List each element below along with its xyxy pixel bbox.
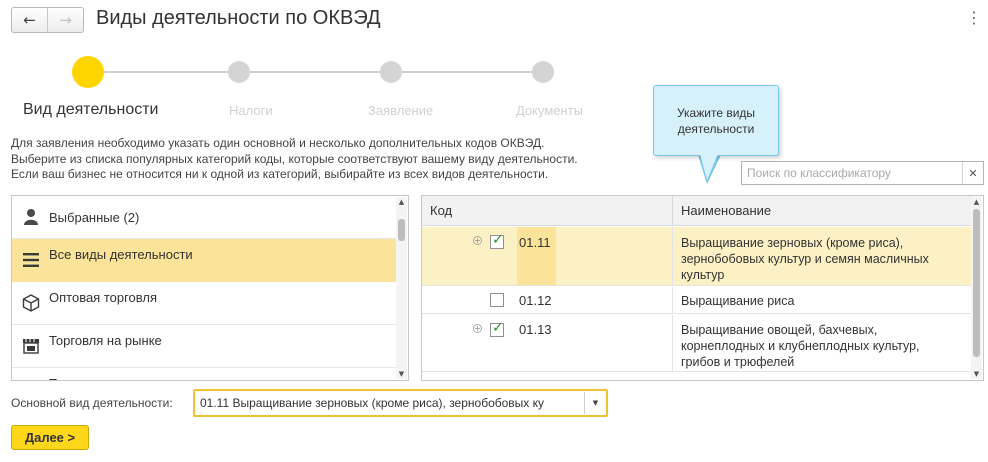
category-label: Все виды деятельности	[49, 246, 193, 262]
row-name-line: грибов и трюфелей	[681, 355, 795, 369]
main-activity-value: 01.11 Выращивание зерновых (кроме риса),…	[200, 396, 545, 410]
person-icon	[12, 196, 49, 239]
scroll-down-icon[interactable]: ▼	[396, 369, 407, 379]
arrow-left-icon: ←	[23, 11, 36, 29]
back-button[interactable]: ←	[12, 8, 48, 32]
search-input[interactable]	[742, 162, 962, 184]
checkmark-icon: ✓	[492, 320, 504, 336]
column-separator	[672, 287, 673, 313]
market-stall-icon	[12, 325, 49, 368]
main-activity-select[interactable]: 01.11 Выращивание зерновых (кроме риса),…	[193, 389, 608, 417]
expand-icon[interactable]: +	[473, 236, 482, 245]
table-scrollbar[interactable]: ▲ ▼	[971, 197, 982, 379]
step-label-activity[interactable]: Вид деятельности	[23, 101, 158, 119]
navigation-buttons: ← →	[11, 7, 84, 33]
step-dot-4	[532, 61, 554, 83]
expand-icon[interactable]: +	[473, 324, 482, 333]
row-name-line: Выращивание риса	[681, 294, 795, 308]
box-icon	[12, 282, 49, 325]
category-item-market[interactable]: Торговля на рынке	[12, 325, 396, 368]
scroll-thumb[interactable]	[973, 209, 980, 357]
next-button[interactable]: Далее >	[11, 425, 89, 450]
step-label-application[interactable]: Заявление	[368, 103, 433, 118]
table-header: Код Наименование	[422, 196, 972, 226]
table-row[interactable]: + ✓ 01.11 Выращивание зерновых (кроме ри…	[422, 227, 972, 286]
hint-tooltip: Укажите виды деятельности	[653, 85, 779, 156]
instructions-text: Для заявления необходимо указать один ос…	[11, 136, 578, 183]
tooltip-line-2: деятельности	[677, 122, 755, 136]
category-item-all[interactable]: Все виды деятельности	[12, 239, 396, 282]
step-dot-2	[228, 61, 250, 83]
row-code: 01.12	[519, 293, 552, 308]
table-row[interactable]: 01.12 Выращивание риса	[422, 287, 972, 314]
forward-button[interactable]: →	[48, 8, 83, 32]
tooltip-line-1: Укажите виды	[676, 106, 756, 120]
row-name-line: зернобобовых культур и семян масличных	[681, 252, 929, 266]
row-name-line: культур	[681, 268, 725, 282]
okved-table: Код Наименование + ✓ 01.11 Выращивание з…	[421, 195, 984, 381]
row-name-line: Выращивание зерновых (кроме риса),	[681, 236, 904, 250]
scroll-up-icon[interactable]: ▲	[971, 197, 982, 207]
step-label-taxes[interactable]: Налоги	[229, 103, 273, 118]
table-row[interactable]: + ✓ 01.13 Выращивание овощей, бахчевых, …	[422, 315, 972, 372]
classifier-search: ✕	[741, 161, 984, 185]
step-dot-3	[380, 61, 402, 83]
scroll-thumb[interactable]	[398, 219, 405, 241]
row-name: Выращивание овощей, бахчевых, корнеплодн…	[681, 322, 966, 370]
row-name-line: корнеплодных и клубнеплодных культур,	[681, 339, 920, 353]
row-checkbox[interactable]: ✓	[490, 232, 504, 249]
row-name: Выращивание риса	[681, 293, 966, 309]
step-dot-1	[72, 56, 104, 88]
category-scrollbar[interactable]: ▲ ▼	[396, 197, 407, 379]
category-label: Выбранные (2)	[49, 209, 140, 225]
menu-lines-icon	[12, 239, 49, 282]
row-code: 01.13	[519, 322, 552, 337]
category-list: Выбранные (2) Все виды деятельности Опто…	[11, 195, 409, 381]
row-checkbox[interactable]: ✓	[490, 320, 504, 337]
category-label: Оптовая торговля	[49, 289, 158, 305]
row-name: Выращивание зерновых (кроме риса), зерно…	[681, 235, 966, 283]
category-item-wholesale[interactable]: Оптовая торговля	[12, 282, 396, 325]
column-separator	[672, 315, 673, 371]
column-header-code[interactable]: Код	[422, 196, 672, 226]
chevron-down-icon[interactable]: ▼	[584, 392, 606, 414]
steps-progress-line	[88, 71, 543, 73]
row-checkbox[interactable]	[490, 293, 504, 307]
row-name-line: Выращивание овощей, бахчевых,	[681, 323, 878, 337]
category-item-partial[interactable]: Т	[12, 368, 396, 381]
category-label: Т	[49, 376, 57, 381]
tooltip-tail-fill	[700, 154, 718, 180]
more-vertical-icon[interactable]: ⋮	[966, 8, 982, 27]
scroll-up-icon[interactable]: ▲	[396, 197, 407, 207]
category-label: Торговля на рынке	[49, 332, 162, 348]
step-label-documents[interactable]: Документы	[516, 103, 583, 118]
close-icon[interactable]: ✕	[962, 162, 983, 184]
instructions-line-1: Для заявления необходимо указать один ос…	[11, 136, 545, 150]
arrow-right-icon: →	[59, 11, 72, 29]
main-activity-label: Основной вид деятельности:	[11, 396, 173, 410]
column-header-name[interactable]: Наименование	[673, 196, 771, 226]
page-title: Виды деятельности по ОКВЭД	[96, 7, 381, 29]
item-icon	[12, 368, 49, 381]
category-item-favorites[interactable]: Выбранные (2)	[12, 196, 396, 239]
row-code: 01.11	[519, 235, 551, 250]
scroll-down-icon[interactable]: ▼	[971, 369, 982, 379]
checkmark-icon: ✓	[492, 232, 504, 248]
column-separator	[672, 227, 673, 285]
instructions-line-2: Выберите из списка популярных категорий …	[11, 151, 578, 166]
instructions-line-3: Если ваш бизнес не относится ни к одной …	[11, 167, 549, 181]
